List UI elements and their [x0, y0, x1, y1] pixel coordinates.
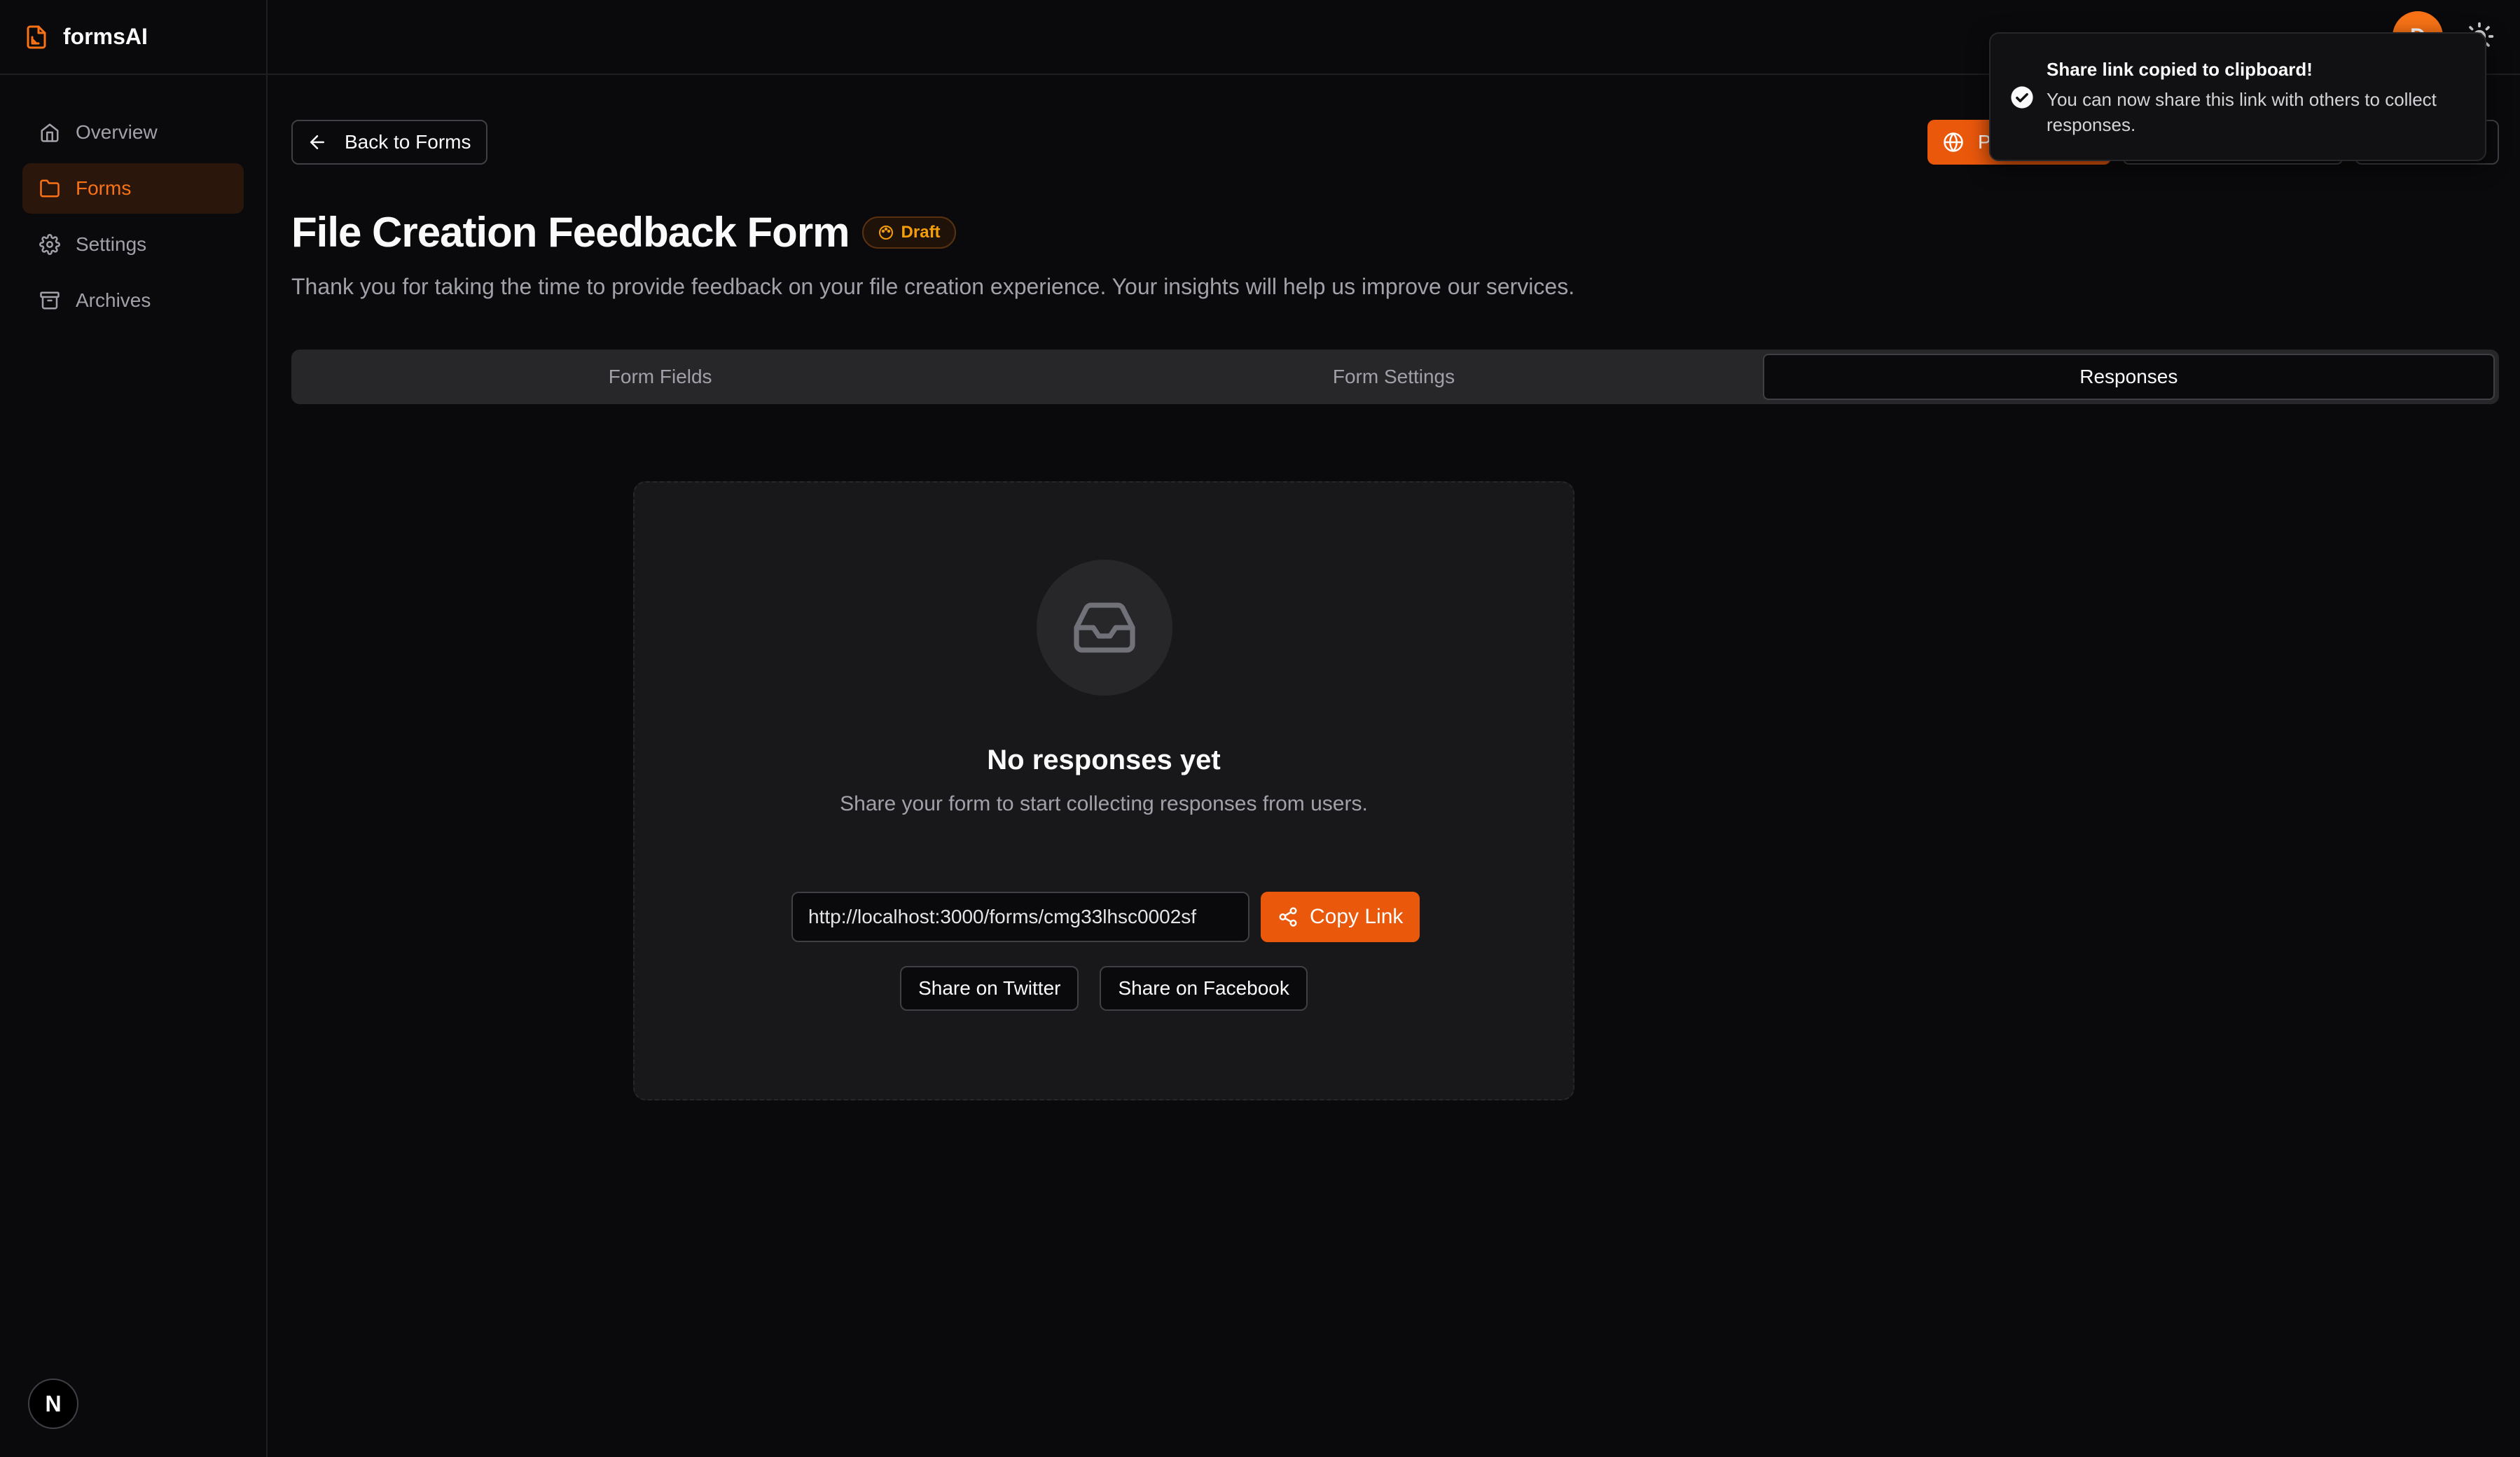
- empty-state-subtitle: Share your form to start collecting resp…: [840, 792, 1368, 815]
- archive-icon: [40, 291, 60, 310]
- arrow-left-icon: [310, 135, 324, 149]
- empty-state-title: No responses yet: [987, 745, 1221, 775]
- form-description: Thank you for taking the time to provide…: [291, 274, 1575, 299]
- social-share-row: Share on Twitter Share on Facebook: [635, 966, 1573, 1011]
- gear-icon: [39, 234, 60, 255]
- toast-title: Share link copied to clipboard!: [2047, 59, 2313, 80]
- tab-form-settings[interactable]: Form Settings: [1029, 354, 1758, 400]
- share-link-input[interactable]: [791, 892, 1249, 942]
- empty-state-card: No responses yet Share your form to star…: [633, 481, 1574, 1100]
- home-icon: [41, 123, 59, 142]
- sidebar-item-label: Archives: [76, 289, 151, 311]
- page-title: File Creation Feedback Form: [291, 209, 850, 256]
- title-row: File Creation Feedback Form Draft: [291, 208, 956, 256]
- n-badge[interactable]: N: [28, 1379, 78, 1429]
- globe-icon: [1944, 132, 1963, 152]
- sidebar-item-label: Forms: [76, 177, 132, 199]
- sidebar-item-overview[interactable]: Overview: [22, 107, 244, 158]
- copy-link-label: Copy Link: [1310, 905, 1404, 928]
- folder-icon: [40, 179, 60, 198]
- toast-notification[interactable]: Share link copied to clipboard! You can …: [1989, 32, 2486, 161]
- back-label: Back to Forms: [345, 131, 471, 153]
- logo-icon: [27, 25, 46, 48]
- back-to-forms-button[interactable]: Back to Forms: [291, 120, 488, 165]
- toast-body: You can now share this link with others …: [2047, 89, 2437, 135]
- inbox-icon: [1074, 602, 1135, 653]
- share-link-row: Copy Link: [791, 892, 1420, 942]
- tab-responses[interactable]: Responses: [1762, 354, 2495, 400]
- tab-list: Form Fields Form Settings Responses: [291, 350, 2499, 404]
- sidebar-nav: Overview Forms Settings Archives: [0, 75, 266, 326]
- sidebar-item-settings[interactable]: Settings: [22, 219, 244, 270]
- app-name: formsAI: [63, 24, 148, 49]
- share-twitter-button[interactable]: Share on Twitter: [900, 966, 1079, 1011]
- brand[interactable]: formsAI: [0, 0, 266, 75]
- tab-form-fields[interactable]: Form Fields: [296, 354, 1025, 400]
- sidebar-item-forms[interactable]: Forms: [22, 163, 244, 214]
- sidebar-item-label: Overview: [76, 121, 158, 143]
- share-facebook-button[interactable]: Share on Facebook: [1100, 966, 1308, 1011]
- share-icon: [1279, 907, 1297, 927]
- status-label: Draft: [901, 222, 941, 242]
- sidebar-item-archives[interactable]: Archives: [22, 275, 244, 326]
- inbox-icon-container: [1037, 560, 1172, 696]
- palette-icon: [878, 225, 893, 240]
- sidebar: formsAI Overview Forms Settings Archives…: [0, 0, 268, 1457]
- check-circle-icon: [2011, 86, 2033, 109]
- status-badge: Draft: [861, 216, 956, 249]
- copy-link-button[interactable]: Copy Link: [1261, 892, 1420, 942]
- sidebar-item-label: Settings: [76, 233, 147, 255]
